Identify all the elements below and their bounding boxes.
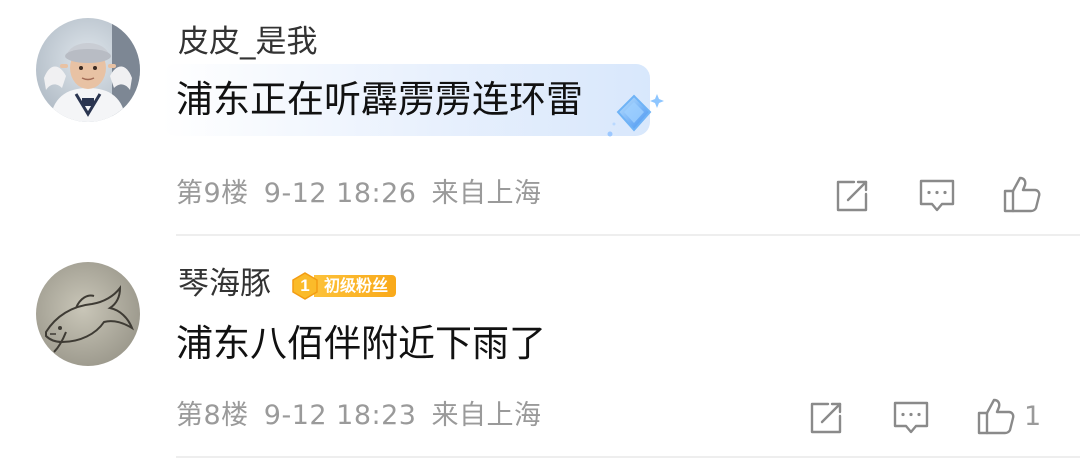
comment-icon [892,399,930,437]
floor-number: 第8楼 [176,400,249,431]
username[interactable]: 琴海豚 [178,264,271,304]
comment-meta: 第8楼 9-12 18:23 来自上海 [176,398,542,434]
avatar[interactable] [36,18,140,122]
comment-text: 浦东八佰伴附近下雨了 [176,322,546,365]
comment-date: 9-12 18:23 [263,400,417,431]
comment-date: 9-12 18:26 [263,178,417,209]
thumbs-up-icon [1002,174,1042,214]
comment-location: 来自上海 [431,178,542,209]
comment-item: 琴海豚 1 初级粉丝 浦东八佰伴附近下雨了 第8楼 9-12 18:23 来自上… [0,236,1080,458]
share-button[interactable] [808,396,844,440]
comment-meta: 第9楼 9-12 18:26 来自上海 [176,176,542,212]
like-count: 1 [1024,400,1042,432]
username[interactable]: 皮皮_是我 [178,22,318,62]
reply-button[interactable] [918,174,956,218]
like-button[interactable] [1002,172,1050,216]
comment-text: 浦东正在听霹雳雳连环雷 [176,78,583,121]
diamond-sparkle-icon [600,90,670,150]
badge-level-icon: 1 [290,272,318,300]
like-button[interactable]: 1 [976,394,1041,438]
comment-icon [918,177,956,215]
reply-button[interactable] [892,396,930,440]
comment-location: 来自上海 [431,400,542,431]
share-icon [808,400,844,436]
floor-number: 第9楼 [176,178,249,209]
badge-level-number: 1 [300,276,310,295]
badge-label: 初级粉丝 [314,275,397,297]
share-icon [834,178,870,214]
avatar-image [36,262,140,366]
share-button[interactable] [834,174,870,218]
thumbs-up-icon [976,396,1016,436]
comment-item: 皮皮_是我 浦东正在听霹雳雳连环雷 第9楼 9-12 18:26 来自上海 [0,0,1080,236]
fan-level-badge: 1 初级粉丝 [290,272,397,300]
avatar-image [36,18,140,122]
avatar[interactable] [36,262,140,366]
